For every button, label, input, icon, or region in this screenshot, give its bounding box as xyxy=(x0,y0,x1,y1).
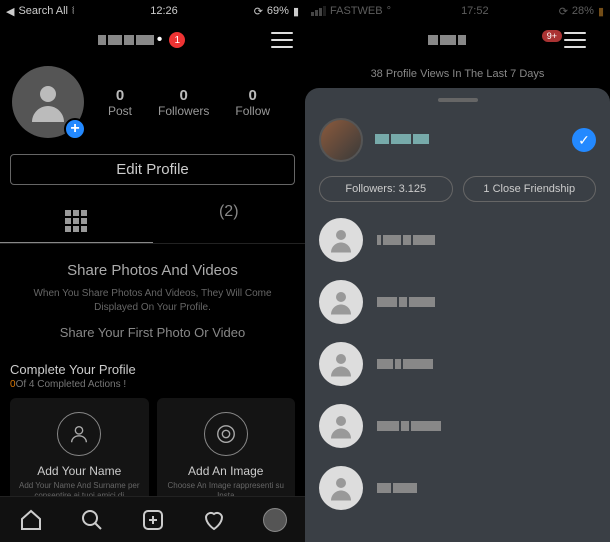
clock: 12:26 xyxy=(150,5,178,17)
back-caret-icon: ◀ xyxy=(6,5,14,18)
sheet-handle[interactable] xyxy=(438,98,478,102)
notification-badge[interactable]: 1 xyxy=(169,32,185,48)
battery-label: 69% xyxy=(267,5,289,17)
person-icon xyxy=(326,225,356,255)
avatar xyxy=(319,404,363,448)
person-icon xyxy=(68,423,90,445)
share-first-link[interactable]: Share Your First Photo Or Video xyxy=(16,325,289,340)
home-icon[interactable] xyxy=(19,508,43,532)
avatar xyxy=(319,280,363,324)
bottom-nav xyxy=(0,496,305,542)
person-icon xyxy=(326,349,356,379)
status-bar: ◀ Search All ⧙ 12:26 ⟳ 69% ▮ xyxy=(0,0,305,22)
person-icon xyxy=(326,411,356,441)
sync-icon: ⟳ xyxy=(254,5,263,18)
topbar: • 1 xyxy=(0,22,305,58)
camera-icon xyxy=(215,423,237,445)
stat-following[interactable]: 0 Follow xyxy=(235,87,270,118)
add-post-icon[interactable] xyxy=(141,508,165,532)
avatar xyxy=(319,342,363,386)
person-icon xyxy=(24,78,72,126)
empty-title: Share Photos And Videos xyxy=(16,262,289,279)
empty-subtitle: When You Share Photos And Videos, They W… xyxy=(16,287,289,315)
profile-tab-icon[interactable] xyxy=(263,508,287,532)
card-add-name[interactable]: Add Your Name Add Your Name And Surname … xyxy=(10,398,149,508)
list-item[interactable] xyxy=(319,342,596,386)
tab-tagged[interactable]: (2) xyxy=(153,193,306,243)
add-story-icon[interactable]: + xyxy=(64,118,86,140)
list-item[interactable] xyxy=(319,404,596,448)
bottom-sheet: ✓ Followers: 3.125 1 Close Friendship xyxy=(305,88,610,542)
grid-icon xyxy=(65,210,87,232)
stat-followers[interactable]: 0 Followers xyxy=(158,87,209,118)
list-item-name xyxy=(377,297,435,307)
list-item[interactable] xyxy=(319,466,596,510)
complete-profile-progress: 0Of 4 Completed Actions ! xyxy=(10,379,295,390)
card-add-image[interactable]: Add An Image Choose An Image rappresenti… xyxy=(157,398,296,508)
username-title[interactable] xyxy=(428,35,466,45)
followers-pill[interactable]: Followers: 3.125 xyxy=(319,176,453,202)
list-item-name xyxy=(377,421,441,431)
close-friendship-pill[interactable]: 1 Close Friendship xyxy=(463,176,597,202)
verified-check-icon: ✓ xyxy=(572,128,596,152)
edit-profile-button[interactable]: Edit Profile xyxy=(10,154,295,185)
sheet-username[interactable] xyxy=(375,131,560,149)
notification-badge[interactable]: 9+ xyxy=(542,30,562,42)
list-item[interactable] xyxy=(319,218,596,262)
person-icon xyxy=(326,287,356,317)
username-title[interactable]: • 1 xyxy=(98,31,186,49)
search-icon[interactable] xyxy=(80,508,104,532)
menu-icon[interactable] xyxy=(271,32,293,48)
list-item-name xyxy=(377,359,433,369)
heart-icon[interactable] xyxy=(202,508,226,532)
avatar xyxy=(319,218,363,262)
avatar xyxy=(319,466,363,510)
person-icon xyxy=(326,473,356,503)
menu-icon[interactable] xyxy=(564,32,586,48)
carrier-label: Search All xyxy=(18,5,68,17)
sheet-avatar[interactable] xyxy=(319,118,363,162)
wifi-icon: ⧙ xyxy=(72,5,74,18)
list-item[interactable] xyxy=(319,280,596,324)
stat-posts[interactable]: 0 Post xyxy=(108,87,132,118)
list-item-name xyxy=(377,483,417,493)
complete-profile-title: Complete Your Profile xyxy=(10,362,295,377)
tab-grid[interactable] xyxy=(0,193,153,243)
battery-icon: ▮ xyxy=(293,5,299,18)
profile-avatar[interactable]: + xyxy=(12,66,84,138)
list-item-name xyxy=(377,235,435,245)
